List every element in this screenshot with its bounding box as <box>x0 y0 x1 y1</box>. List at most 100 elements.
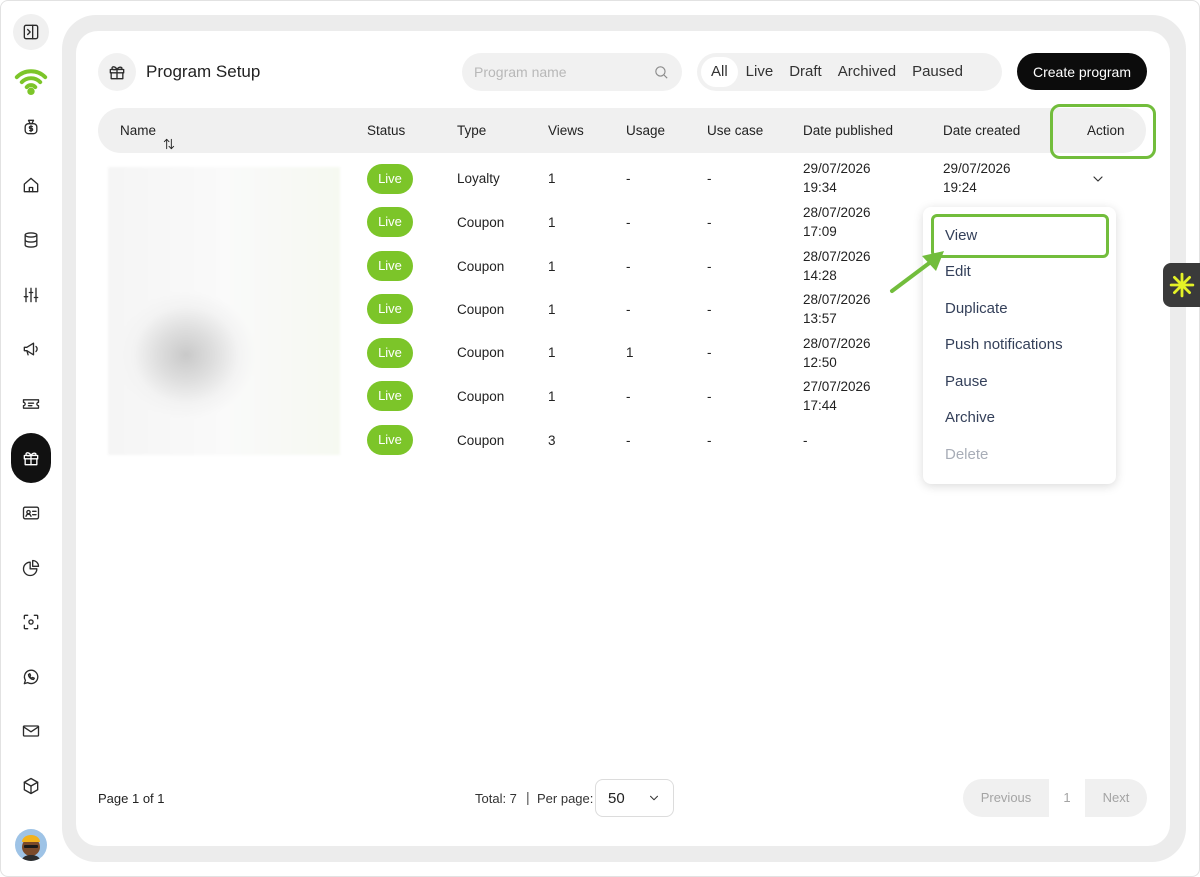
menu-item-edit[interactable]: Edit <box>945 263 971 280</box>
menu-item-pause[interactable]: Pause <box>945 373 988 390</box>
table-header: Name Status Type Views Usage Use case Da… <box>98 108 1146 153</box>
date-published-cell: 28/07/2026 13:57 <box>803 290 871 328</box>
per-page-select[interactable]: 50 <box>595 779 674 817</box>
status-badge: Live <box>367 207 413 237</box>
next-page-button[interactable]: Next <box>1085 779 1147 817</box>
type-cell: Loyalty <box>457 171 500 186</box>
footer-separator: | <box>526 789 530 805</box>
pointer-arrow-icon <box>890 251 944 293</box>
pie-chart-icon[interactable] <box>12 549 50 587</box>
usage-cell: 1 <box>626 345 634 360</box>
sort-icon[interactable] <box>162 124 176 150</box>
status-badge: Live <box>367 164 413 194</box>
sidebar <box>0 0 62 877</box>
date-published-time: 17:44 <box>803 398 837 413</box>
usage-cell: - <box>626 433 631 448</box>
use-case-cell: - <box>707 302 712 317</box>
action-header-highlight <box>1050 104 1156 159</box>
column-header-usage: Usage <box>626 123 666 138</box>
use-case-cell: - <box>707 345 712 360</box>
column-header-name-label: Name <box>120 123 157 138</box>
menu-item-duplicate[interactable]: Duplicate <box>945 300 1008 317</box>
date-published-cell: - <box>803 433 808 448</box>
use-case-cell: - <box>707 259 712 274</box>
usage-cell: - <box>626 259 631 274</box>
wifi-logo-icon[interactable] <box>12 61 50 99</box>
filter-live[interactable]: Live <box>738 57 782 87</box>
scan-icon[interactable] <box>12 603 50 641</box>
page-title: Program Setup <box>146 62 261 81</box>
menu-item-push-notifications[interactable]: Push notifications <box>945 336 1063 353</box>
type-cell: Coupon <box>457 389 505 404</box>
column-header-date-created: Date created <box>943 123 1021 138</box>
date-published-date: 28/07/2026 <box>803 205 871 220</box>
column-header-views: Views <box>548 123 584 138</box>
menu-item-delete: Delete <box>945 446 989 463</box>
menu-item-archive[interactable]: Archive <box>945 409 995 426</box>
use-case-cell: - <box>707 215 712 230</box>
search-input[interactable] <box>474 64 644 80</box>
column-header-name[interactable]: Name <box>120 108 176 153</box>
date-published-date: 28/07/2026 <box>803 292 871 307</box>
date-published-cell: 27/07/2026 17:44 <box>803 377 871 415</box>
status-filter-group: All Live Draft Archived Paused <box>697 53 1002 91</box>
chevron-down-icon[interactable] <box>1090 171 1106 187</box>
use-case-cell: - <box>707 433 712 448</box>
sidebar-toggle-icon[interactable] <box>13 14 49 50</box>
status-badge: Live <box>367 381 413 411</box>
filter-draft[interactable]: Draft <box>781 57 830 87</box>
create-program-button[interactable]: Create program <box>1017 53 1147 90</box>
date-created-time: 19:24 <box>943 180 977 195</box>
views-cell: 1 <box>548 345 556 360</box>
date-published-date: 28/07/2026 <box>803 249 871 264</box>
gift-icon <box>98 53 136 91</box>
chevron-down-icon <box>649 795 659 801</box>
column-header-use-case: Use case <box>707 123 764 138</box>
id-card-icon[interactable] <box>12 494 50 532</box>
ticket-icon[interactable] <box>12 385 50 423</box>
status-badge: Live <box>367 294 413 324</box>
date-published-cell: 28/07/2026 17:09 <box>803 203 871 241</box>
view-highlight-box <box>931 214 1109 258</box>
cube-icon[interactable] <box>12 767 50 805</box>
database-icon[interactable] <box>12 221 50 259</box>
pagination: Previous 1 Next <box>963 779 1147 817</box>
filter-archived[interactable]: Archived <box>830 57 904 87</box>
per-page-value: 50 <box>608 789 625 807</box>
money-bag-icon[interactable] <box>12 108 50 146</box>
sliders-icon[interactable] <box>12 276 50 314</box>
page-number-button[interactable]: 1 <box>1049 779 1085 817</box>
views-cell: 3 <box>548 433 556 448</box>
total-count: Total: 7 <box>475 791 517 806</box>
whatsapp-icon[interactable] <box>12 658 50 696</box>
previous-page-button[interactable]: Previous <box>963 779 1049 817</box>
type-cell: Coupon <box>457 259 505 274</box>
date-published-cell: 29/07/2026 19:34 <box>803 159 871 197</box>
views-cell: 1 <box>548 389 556 404</box>
column-header-status: Status <box>367 123 406 138</box>
type-cell: Coupon <box>457 433 505 448</box>
page-info: Page 1 of 1 <box>98 791 165 806</box>
date-published-time: 17:09 <box>803 224 837 239</box>
avatar[interactable] <box>15 829 47 861</box>
column-header-type: Type <box>457 123 487 138</box>
status-badge: Live <box>367 425 413 455</box>
date-published-time: 19:34 <box>803 180 837 195</box>
status-badge: Live <box>367 251 413 281</box>
use-case-cell: - <box>707 171 712 186</box>
gift-icon[interactable] <box>11 433 51 483</box>
date-published-date: 27/07/2026 <box>803 379 871 394</box>
date-published-cell: 28/07/2026 14:28 <box>803 247 871 285</box>
date-published-date: 29/07/2026 <box>803 161 871 176</box>
date-created-date: 29/07/2026 <box>943 161 1011 176</box>
search-icon[interactable] <box>653 64 670 81</box>
mail-icon[interactable] <box>12 712 50 750</box>
megaphone-icon[interactable] <box>12 330 50 368</box>
views-cell: 1 <box>548 171 556 186</box>
date-published-time: 13:57 <box>803 311 837 326</box>
asterisk-widget-icon[interactable] <box>1163 263 1200 307</box>
home-icon[interactable] <box>12 166 50 204</box>
filter-all[interactable]: All <box>701 57 738 87</box>
filter-paused[interactable]: Paused <box>904 57 971 87</box>
table-row[interactable]: Live Loyalty 1 - - 29/07/2026 19:34 29/07… <box>98 157 1146 201</box>
